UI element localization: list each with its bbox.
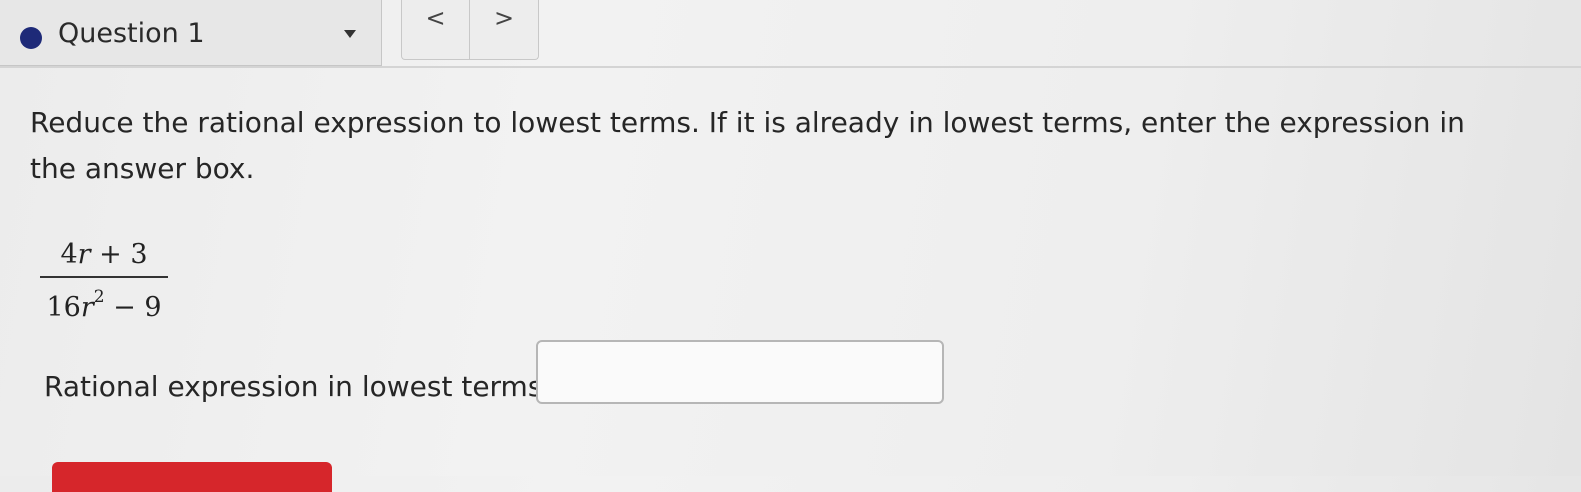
chevron-right-icon: >: [493, 3, 515, 32]
rational-expression: 4r + 3 16r2 − 9: [40, 236, 168, 323]
caret-down-icon[interactable]: [344, 30, 356, 38]
question-navigation: < >: [401, 0, 539, 60]
answer-input[interactable]: [536, 340, 944, 404]
fraction-numerator: 4r + 3: [60, 239, 148, 270]
submit-button[interactable]: [52, 462, 332, 492]
chevron-left-icon: <: [425, 3, 446, 32]
fraction-bar: [40, 276, 168, 278]
header-divider: [0, 66, 1581, 68]
question-prompt: Reduce the rational expression to lowest…: [30, 106, 1465, 185]
question-selector[interactable]: Question 1: [0, 0, 382, 66]
status-dot-icon: [20, 27, 42, 49]
question-title: Question 1: [58, 18, 205, 49]
answer-label: Rational expression in lowest terms:: [44, 370, 552, 403]
fraction-denominator: 16r2 − 9: [46, 287, 162, 323]
question-header: Question 1 < >: [0, 0, 1581, 68]
next-question-button[interactable]: >: [470, 0, 538, 59]
previous-question-button[interactable]: <: [402, 0, 470, 59]
